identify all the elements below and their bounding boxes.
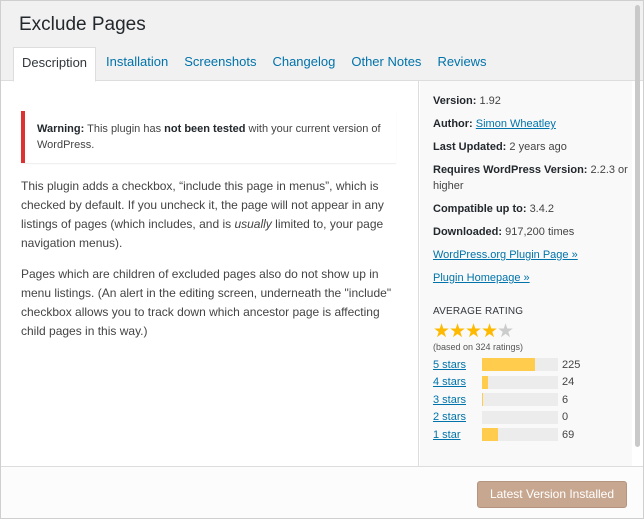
description-panel: Warning: This plugin has not been tested… <box>1 81 419 466</box>
tab-bar: Description Installation Screenshots Cha… <box>13 47 495 82</box>
rating-count-3: 6 <box>562 393 569 406</box>
rating-bar-fill <box>482 393 484 407</box>
tab-description[interactable]: Description <box>13 47 97 82</box>
warning-strong: not been tested <box>164 123 246 135</box>
star-rating: ★ ★ ★ ★ ★ <box>433 321 632 342</box>
star-icon: ★ <box>449 321 467 342</box>
tab-reviews[interactable]: Reviews <box>429 47 494 81</box>
downloaded-row: Downloaded: 917,200 times <box>433 226 575 238</box>
modal-footer: Latest Version Installed <box>1 466 643 518</box>
requires-row: Requires WordPress Version: 2.2.3 or hig… <box>433 164 628 192</box>
plugin-page-link[interactable]: WordPress.org Plugin Page » <box>433 249 578 261</box>
plugin-info-sidebar: Version: 1.92 Author: Simon Wheatley Las… <box>420 81 632 466</box>
rating-bar <box>482 410 558 424</box>
star-icon: ★ <box>433 321 451 342</box>
warning-text-1: This plugin has <box>84 123 165 135</box>
rating-row-1: 1 star 69 <box>433 426 632 444</box>
rating-link-5-stars[interactable]: 5 stars <box>433 359 482 371</box>
warning-label: Warning: <box>37 123 85 135</box>
rating-count-4: 24 <box>562 376 575 389</box>
compatible-row: Compatible up to: 3.4.2 <box>433 203 555 215</box>
rating-link-3-stars[interactable]: 3 stars <box>433 394 482 406</box>
warning-notice: Warning: This plugin has not been tested… <box>21 111 396 163</box>
rating-row-4: 4 stars 24 <box>433 374 632 392</box>
star-icon: ★ <box>465 321 483 342</box>
version-row: Version: 1.92 <box>433 95 501 107</box>
rating-link-4-stars[interactable]: 4 stars <box>433 376 482 388</box>
rating-link-2-stars[interactable]: 2 stars <box>433 411 482 423</box>
rating-link-1-star[interactable]: 1 star <box>433 429 482 441</box>
last-updated-row: Last Updated: 2 years ago <box>433 141 567 153</box>
author-row: Author: Simon Wheatley <box>433 118 556 130</box>
rating-bar <box>482 375 558 389</box>
rating-bar-fill <box>482 428 499 442</box>
star-icon: ★ <box>481 321 499 342</box>
plugin-homepage-link[interactable]: Plugin Homepage » <box>433 272 530 284</box>
tab-changelog[interactable]: Changelog <box>264 47 343 81</box>
latest-version-installed-button[interactable]: Latest Version Installed <box>477 481 627 508</box>
rating-bar <box>482 393 558 407</box>
description-paragraph-1: This plugin adds a checkbox, “include th… <box>21 179 384 250</box>
modal-header: Exclude Pages Description Installation S… <box>1 1 643 82</box>
rating-count-1: 69 <box>562 428 575 441</box>
plugin-description: This plugin adds a checkbox, “include th… <box>21 177 396 341</box>
rating-row-2: 2 stars 0 <box>433 409 632 427</box>
description-paragraph-2: Pages which are children of excluded pag… <box>21 267 392 338</box>
rating-count-2: 0 <box>562 411 569 424</box>
average-rating-title: AVERAGE RATING <box>433 306 524 317</box>
plugin-page-row: WordPress.org Plugin Page » <box>433 247 632 263</box>
rating-row-5: 5 stars 225 <box>433 356 632 374</box>
author-link[interactable]: Simon Wheatley <box>476 118 556 130</box>
homepage-row: Plugin Homepage » <box>433 270 632 286</box>
rating-bar <box>482 428 558 442</box>
tab-other-notes[interactable]: Other Notes <box>343 47 429 81</box>
tab-installation[interactable]: Installation <box>98 47 176 81</box>
star-icon: ★ <box>497 321 515 342</box>
rating-bar <box>482 358 558 372</box>
tab-screenshots[interactable]: Screenshots <box>176 47 264 81</box>
rating-breakdown: 5 stars 225 4 stars 24 3 stars 6 2 stars… <box>433 356 632 444</box>
plugin-details-modal: Exclude Pages Description Installation S… <box>0 0 644 519</box>
rating-count-5: 225 <box>562 358 581 371</box>
rating-bar-fill <box>482 375 488 389</box>
rating-bar-fill <box>482 358 535 372</box>
rating-row-3: 3 stars 6 <box>433 391 632 409</box>
scrollbar[interactable] <box>635 5 640 447</box>
plugin-title: Exclude Pages <box>19 14 146 35</box>
rating-count: (based on 324 ratings) <box>433 342 524 352</box>
